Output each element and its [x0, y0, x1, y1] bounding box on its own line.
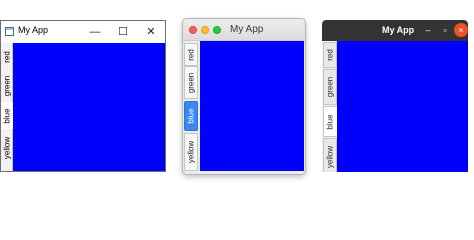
- ubuntu-style-window: My App – ▫ × red green blue yellow: [322, 20, 468, 172]
- tab-bar: red green blue yellow: [322, 41, 337, 172]
- title-bar[interactable]: My App – ▫ ×: [322, 20, 468, 41]
- tab-label: yellow: [325, 145, 335, 169]
- title-bar[interactable]: My App — ☐ ✕: [1, 21, 165, 43]
- tab-red[interactable]: red: [323, 42, 337, 68]
- tab-green[interactable]: green: [1, 70, 13, 102]
- app-window-icon: [5, 27, 14, 36]
- close-button[interactable]: [189, 26, 197, 34]
- tab-content-panel: [13, 43, 165, 171]
- tab-label: blue: [2, 107, 12, 124]
- zoom-button[interactable]: [213, 26, 221, 34]
- window-title: My App: [18, 25, 49, 35]
- tab-label: yellow: [186, 140, 196, 164]
- maximize-button[interactable]: ☐: [109, 21, 137, 43]
- tab-yellow[interactable]: yellow: [184, 133, 198, 171]
- tab-bar: red green blue yellow: [1, 43, 13, 171]
- tab-red[interactable]: red: [184, 43, 198, 66]
- tab-label: blue: [186, 108, 196, 124]
- tab-green[interactable]: green: [184, 66, 198, 99]
- minimize-button[interactable]: –: [421, 23, 435, 37]
- tab-label: green: [186, 72, 196, 93]
- tab-label: red: [186, 48, 196, 61]
- tab-blue[interactable]: blue: [1, 102, 13, 129]
- tab-label: blue: [325, 113, 335, 130]
- tab-label: green: [2, 75, 12, 97]
- tab-green[interactable]: green: [323, 69, 337, 105]
- tab-content-panel: [200, 41, 304, 171]
- maximize-button[interactable]: ▫: [438, 23, 452, 37]
- tab-label: green: [325, 76, 335, 98]
- tab-red[interactable]: red: [1, 43, 13, 70]
- window-title: My App: [382, 25, 415, 35]
- tab-yellow[interactable]: yellow: [323, 138, 337, 172]
- minimize-button[interactable]: [201, 26, 209, 34]
- tab-bar: red green blue yellow: [183, 41, 199, 174]
- tab-blue[interactable]: blue: [184, 101, 198, 131]
- title-bar[interactable]: My App: [183, 19, 305, 41]
- tab-blue[interactable]: blue: [323, 106, 337, 137]
- close-button[interactable]: ✕: [137, 21, 165, 43]
- minimize-button[interactable]: —: [81, 21, 109, 43]
- windows-style-window: My App — ☐ ✕ red green blue yellow: [0, 20, 166, 172]
- tab-yellow[interactable]: yellow: [1, 129, 13, 167]
- tab-label: red: [325, 49, 335, 61]
- window-title: My App: [230, 24, 264, 35]
- macos-style-window: My App red green blue yellow: [182, 18, 306, 175]
- tab-label: red: [2, 50, 12, 63]
- tab-label: yellow: [2, 136, 12, 160]
- close-button[interactable]: ×: [454, 23, 468, 37]
- tab-content-panel: [337, 41, 468, 172]
